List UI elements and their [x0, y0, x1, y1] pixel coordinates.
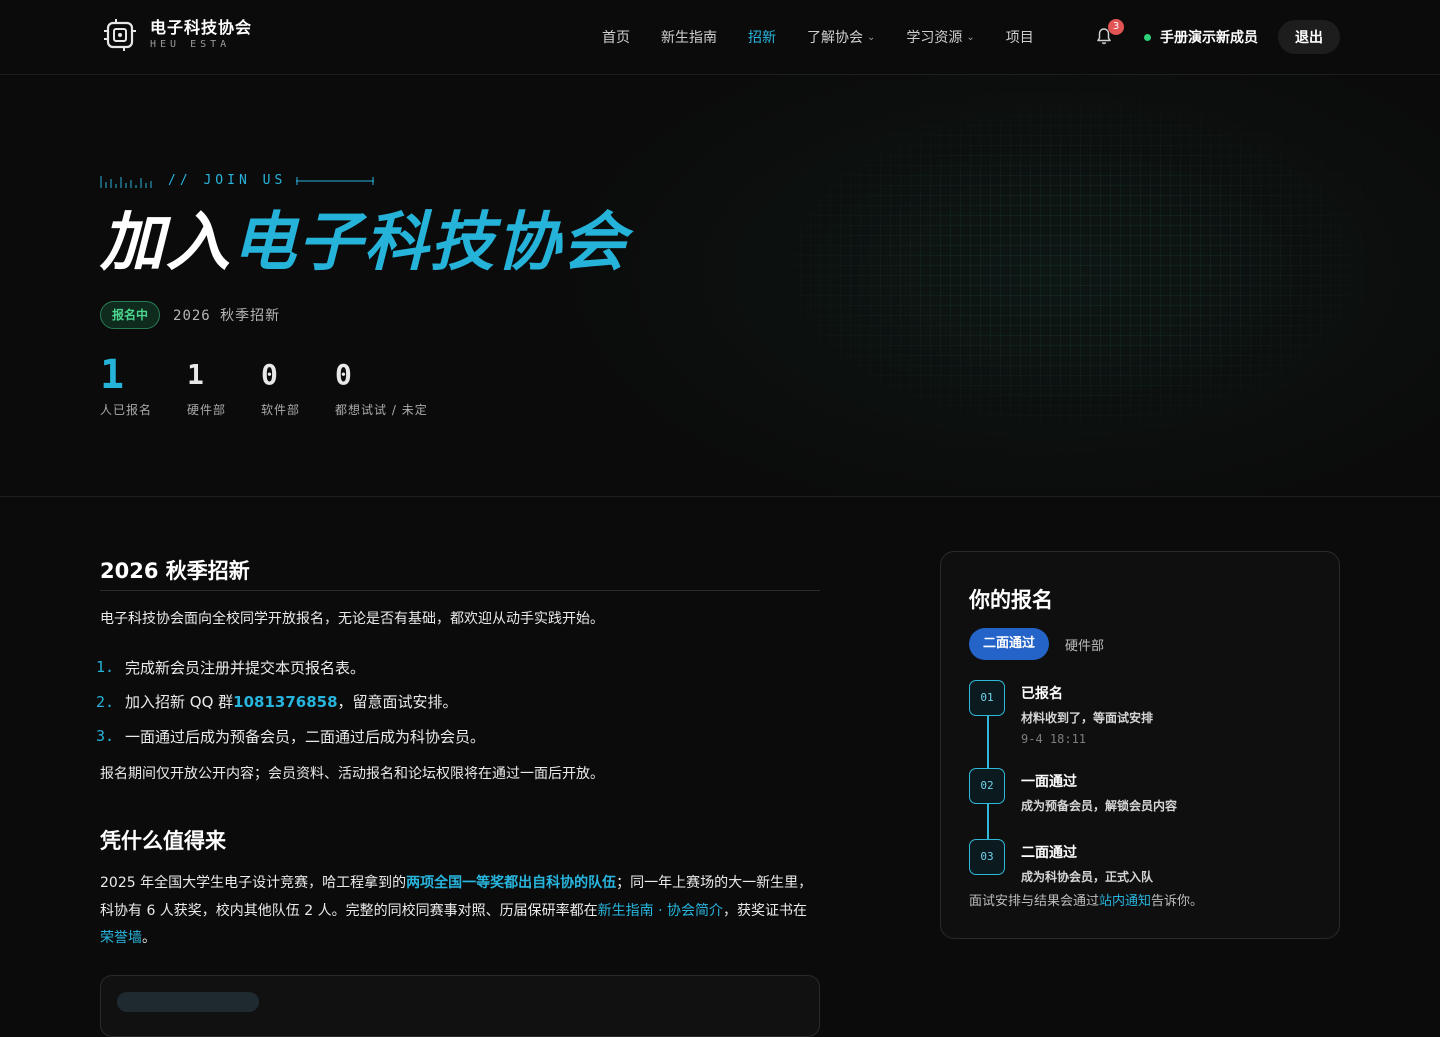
step-number: 03 — [969, 839, 1005, 875]
qq-group-number[interactable]: 1081376858 — [233, 693, 337, 711]
nav-link-label: 首页 — [602, 30, 630, 46]
bottom-card-chip — [117, 992, 259, 1012]
step-title: 一面通过 — [1021, 774, 1077, 790]
site-notification-link[interactable]: 站内通知 — [1099, 894, 1151, 909]
list-number: 1. — [96, 658, 115, 677]
why-highlight: 两项全国一等奖都出自科协的队伍 — [406, 875, 617, 891]
why-text: 2025 年全国大学生电子设计竞赛，哈工程拿到的 — [100, 875, 407, 891]
step-desc: 成为科协会员，正式入队 — [1021, 870, 1154, 884]
user-name: 手册演示新成员 — [1160, 30, 1258, 46]
nav-link-label: 新生指南 — [661, 30, 717, 46]
nav-link-label: 项目 — [1005, 30, 1034, 46]
list-number: 3. — [96, 727, 115, 746]
list-text: 一面通过后成为预备会员，二面通过后成为科协会员。 — [125, 727, 486, 746]
logo[interactable]: 电子科技协会 HEU ESTA — [102, 17, 252, 53]
divider — [100, 590, 820, 591]
step-title: 二面通过 — [1021, 845, 1077, 861]
nav-link-resources[interactable]: 学习资源 ⌄ — [906, 27, 974, 47]
status-chip: 二面通过 — [969, 628, 1050, 660]
department-label: 硬件部 — [1065, 639, 1105, 654]
step-time: 9-4 18:11 — [1021, 732, 1087, 746]
notification-badge: 3 — [1108, 19, 1124, 35]
stat-label: 都想试试 / 未定 — [335, 403, 428, 417]
hero-eyebrow: // JOIN US — [100, 173, 375, 188]
status-badge: 报名中 — [100, 301, 161, 329]
nav-link-recruit[interactable]: 招新 — [748, 27, 776, 47]
chevron-down-icon: ⌄ — [867, 31, 876, 43]
season-label: 2026 秋季招新 — [173, 308, 281, 324]
notice-text: 报名期间仅开放公开内容；会员资料、活动报名和论坛权限将在通过一面后开放。 — [100, 766, 604, 782]
top-nav: 电子科技协会 HEU ESTA 首页 新生指南 招新 了解协会 ⌄ 学习资源 ⌄ 项… — [0, 0, 1440, 75]
list-text: 加入招新 QQ 群 — [125, 693, 234, 712]
hero-title-cyan: 电子科技协会 — [232, 206, 628, 280]
logo-subtitle: HEU ESTA — [150, 39, 231, 50]
stat-hardware: 1 硬件部 — [187, 353, 226, 418]
card-title: 你的报名 — [969, 588, 1053, 612]
stat-value: 1 — [100, 352, 125, 398]
step-title: 已报名 — [1021, 686, 1063, 702]
stat-value: 0 — [335, 358, 352, 391]
foot-text: 面试安排与结果会通过 — [969, 894, 1100, 909]
hero-title-white: 加入 — [100, 206, 232, 280]
grid-background — [700, 75, 1440, 496]
step-desc: 成为预备会员，解锁会员内容 — [1021, 799, 1178, 813]
nav-link-about[interactable]: 了解协会 ⌄ — [807, 27, 875, 47]
stat-label: 人已报名 — [100, 403, 153, 417]
nav-link-projects[interactable]: 项目 — [1006, 27, 1034, 47]
nav-link-label: 学习资源 — [906, 30, 963, 46]
honor-wall-link[interactable]: 荣誉墙 — [100, 930, 142, 946]
why-text: 。 — [142, 930, 156, 946]
logo-title: 电子科技协会 — [150, 18, 253, 37]
eyebrow-line-icon — [296, 176, 375, 185]
bottom-card — [100, 975, 820, 1037]
step-number: 01 — [969, 680, 1005, 716]
stat-total: 1 人已报名 — [100, 353, 152, 418]
nav-link-label: 了解协会 — [807, 30, 863, 46]
list-text: ，留意面试安排。 — [337, 693, 458, 712]
chevron-down-icon: ⌄ — [966, 31, 975, 43]
stat-value: 0 — [261, 358, 278, 391]
logout-button[interactable]: 退出 — [1278, 20, 1340, 54]
stat-software: 0 软件部 — [261, 353, 300, 418]
step-desc: 材料收到了，等面试安排 — [1021, 711, 1154, 725]
signal-bars-icon — [100, 175, 152, 188]
why-text: ，获奖证书在 — [722, 902, 807, 919]
nav-links: 首页 新生指南 招新 了解协会 ⌄ 学习资源 ⌄ 项目 — [602, 27, 1065, 47]
list-item: 1. 完成新会员注册并提交本页报名表。 — [96, 650, 485, 685]
list-text: 完成新会员注册并提交本页报名表。 — [125, 658, 366, 677]
steps-list: 1. 完成新会员注册并提交本页报名表。 2. 加入招新 QQ 群 1081376… — [96, 650, 485, 754]
status-row: 报名中 2026 秋季招新 — [100, 301, 280, 329]
nav-link-freshman-guide[interactable]: 新生指南 — [661, 27, 717, 47]
hero-section: // JOIN US 加入电子科技协会 报名中 2026 秋季招新 1 人已报名… — [0, 75, 1440, 497]
registration-card: 你的报名 二面通过 硬件部 01 已报名 材料收到了，等面试安排 9-4 18:… — [940, 551, 1340, 939]
stat-value: 1 — [187, 358, 204, 391]
card-footnote: 面试安排与结果会通过站内通知告诉你。 — [969, 890, 1203, 909]
section-title-why: 凭什么值得来 — [100, 829, 226, 853]
stat-undecided: 0 都想试试 / 未定 — [335, 353, 428, 418]
stats-row: 1 人已报名 1 硬件部 0 软件部 0 都想试试 / 未定 — [100, 353, 463, 418]
user-status[interactable]: 手册演示新成员 — [1144, 27, 1258, 47]
step-number: 02 — [969, 768, 1005, 804]
foot-text: 告诉你。 — [1151, 894, 1204, 909]
guide-intro-link[interactable]: 新生指南 · 协会简介 — [598, 903, 723, 919]
list-number: 2. — [96, 692, 115, 711]
list-item: 3. 一面通过后成为预备会员，二面通过后成为科协会员。 — [96, 719, 485, 754]
intro-text: 电子科技协会面向全校同学开放报名，无论是否有基础，都欢迎从动手实践开始。 — [100, 611, 604, 627]
online-dot-icon — [1144, 33, 1151, 41]
why-paragraph: 2025 年全国大学生电子设计竞赛，哈工程拿到的两项全国一等奖都出自科协的队伍；… — [100, 870, 820, 953]
hero-title: 加入电子科技协会 — [100, 205, 628, 281]
list-item: 2. 加入招新 QQ 群 1081376858 ，留意面试安排。 — [96, 685, 485, 720]
section-title-recruit: 2026 秋季招新 — [100, 559, 250, 583]
nav-link-label: 招新 — [748, 30, 776, 46]
stat-label: 软件部 — [261, 403, 301, 417]
eyebrow-text: // JOIN US — [168, 173, 287, 188]
nav-link-home[interactable]: 首页 — [602, 27, 630, 47]
stat-label: 硬件部 — [187, 403, 227, 417]
circuit-logo-icon — [104, 19, 136, 51]
